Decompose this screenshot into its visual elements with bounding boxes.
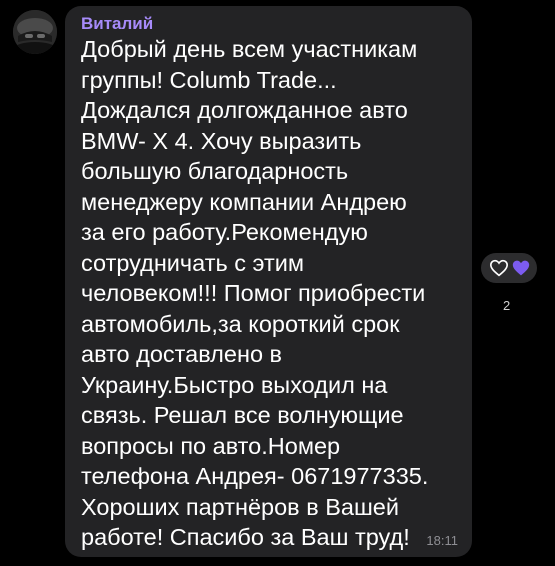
message-timestamp: 18:11 — [426, 533, 458, 548]
sender-avatar[interactable] — [13, 10, 57, 54]
message-text: Добрый день всем участникам группы! Colu… — [81, 36, 429, 550]
heart-outline-icon — [489, 259, 509, 277]
reaction-pill[interactable] — [481, 253, 537, 283]
reaction-count: 2 — [503, 298, 511, 313]
sender-name[interactable]: Виталий — [81, 14, 153, 34]
car-photo-icon — [13, 10, 57, 54]
heart-filled-icon — [511, 259, 531, 277]
message-bubble[interactable]: Виталий Добрый день всем участникам груп… — [65, 6, 472, 557]
